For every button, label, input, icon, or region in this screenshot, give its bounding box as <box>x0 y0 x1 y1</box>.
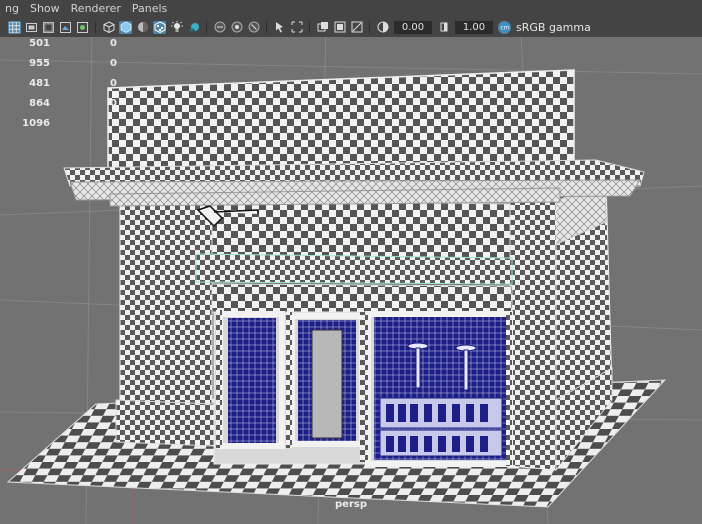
hud-value-selected: 0 <box>110 38 117 49</box>
film-gate-icon[interactable] <box>25 21 38 34</box>
safe-area-icon[interactable] <box>59 21 72 34</box>
xray-icon[interactable] <box>76 21 89 34</box>
xray-joints-icon[interactable] <box>247 21 260 34</box>
toolbar-icons: 0.00 1.00 cm sRGB gamma <box>6 19 591 36</box>
roof-sign <box>107 69 575 169</box>
panel-menu-bar: ng Show Renderer Panels <box>0 0 702 17</box>
hud-value: 481 <box>29 78 50 89</box>
hud-value-selected: 0 <box>110 78 117 89</box>
svg-text:cm: cm <box>500 25 509 32</box>
hud-value: 864 <box>29 98 50 109</box>
toolbar-separator <box>309 21 310 33</box>
grid-icon[interactable] <box>8 20 21 34</box>
textured-icon[interactable] <box>153 20 166 34</box>
copy-icon[interactable] <box>316 21 329 34</box>
hud-value-selected: 0 <box>110 98 117 109</box>
viewport-toolbar: 0.00 1.00 cm sRGB gamma <box>0 17 702 37</box>
hud-value: 955 <box>29 58 50 69</box>
camera-attribute-icon[interactable] <box>333 21 346 34</box>
lighting-icon[interactable] <box>170 21 183 34</box>
3d-viewport[interactable] <box>0 0 702 524</box>
menu-show[interactable]: Show <box>25 0 66 17</box>
hud-value: 501 <box>29 38 50 49</box>
sign-band <box>195 253 513 285</box>
facade-upper <box>211 199 511 259</box>
shadows-icon[interactable] <box>187 21 200 34</box>
toolbar-separator <box>206 21 207 33</box>
frame-selection-icon[interactable] <box>290 21 303 34</box>
right-pillar <box>509 199 557 471</box>
menu-panels[interactable]: Panels <box>127 0 173 17</box>
resolution-icon[interactable] <box>273 21 286 34</box>
toolbar-separator <box>95 21 96 33</box>
toolbar-separator <box>266 21 267 33</box>
hud-value: 1096 <box>22 118 50 129</box>
hud-value-selected: 0 <box>110 58 117 69</box>
gamma-field[interactable]: 1.00 <box>455 20 493 34</box>
bookmark-icon[interactable] <box>350 21 363 34</box>
toolbar-separator <box>369 21 370 33</box>
shade-wireframe-icon[interactable] <box>136 21 149 34</box>
isolate-select-icon[interactable] <box>230 21 243 34</box>
ambient-occlusion-icon[interactable] <box>213 21 226 34</box>
resolution-gate-icon[interactable] <box>42 21 55 34</box>
exposure-field[interactable]: 0.00 <box>394 20 432 34</box>
wireframe-icon[interactable] <box>102 21 115 34</box>
menu-view[interactable]: ng <box>0 0 25 17</box>
facade-lower-band <box>211 283 513 313</box>
camera-name-label: persp <box>335 499 367 510</box>
exposure-icon[interactable] <box>376 21 389 34</box>
color-space-label[interactable]: sRGB gamma <box>516 21 591 34</box>
left-plinth <box>115 399 215 447</box>
panel-menu: ng Show Renderer Panels <box>0 0 173 17</box>
gamma-icon[interactable] <box>437 21 450 34</box>
color-management-icon[interactable]: cm <box>498 20 511 34</box>
menu-renderer[interactable]: Renderer <box>66 0 127 17</box>
smooth-shade-icon[interactable] <box>119 20 132 34</box>
